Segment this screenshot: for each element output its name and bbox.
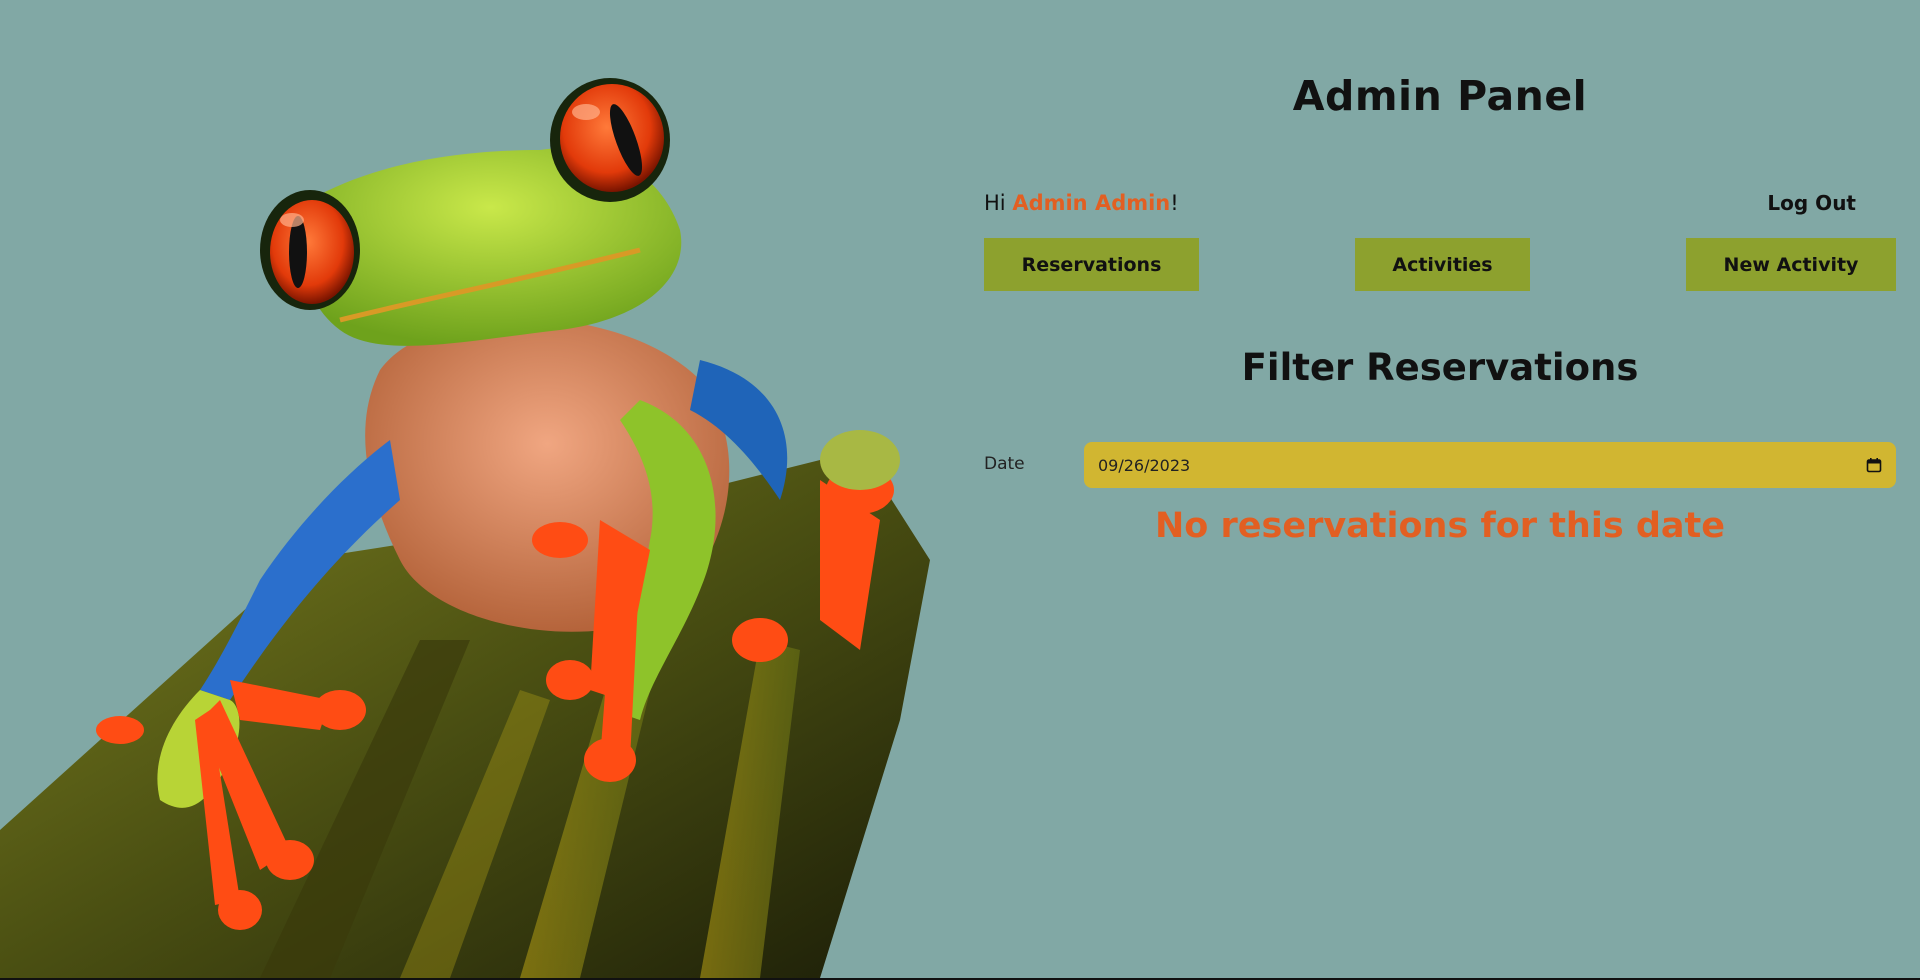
user-greeting: Hi Admin Admin! — [984, 191, 1179, 215]
frog-illustration — [0, 78, 930, 978]
greeting-suffix: ! — [1170, 191, 1179, 215]
admin-panel: Admin Panel Hi Admin Admin! Log Out Rese… — [984, 0, 1896, 978]
page-title: Admin Panel — [1292, 72, 1588, 120]
date-input[interactable]: 09/26/2023 — [1084, 442, 1896, 488]
calendar-icon[interactable] — [1866, 457, 1882, 473]
logout-link[interactable]: Log Out — [1767, 191, 1856, 215]
user-name: Admin Admin — [1012, 191, 1171, 215]
date-value: 09/26/2023 — [1098, 455, 1191, 475]
date-label: Date — [984, 454, 1025, 474]
empty-reservations-message: No reservations for this date — [1154, 506, 1725, 546]
filter-title: Filter Reservations — [1241, 346, 1639, 389]
greeting-prefix: Hi — [984, 191, 1013, 215]
activities-button[interactable]: Activities — [1355, 238, 1530, 291]
new-activity-button[interactable]: New Activity — [1686, 238, 1896, 291]
reservations-button[interactable]: Reservations — [984, 238, 1199, 291]
hero-frog-image — [0, 0, 940, 978]
